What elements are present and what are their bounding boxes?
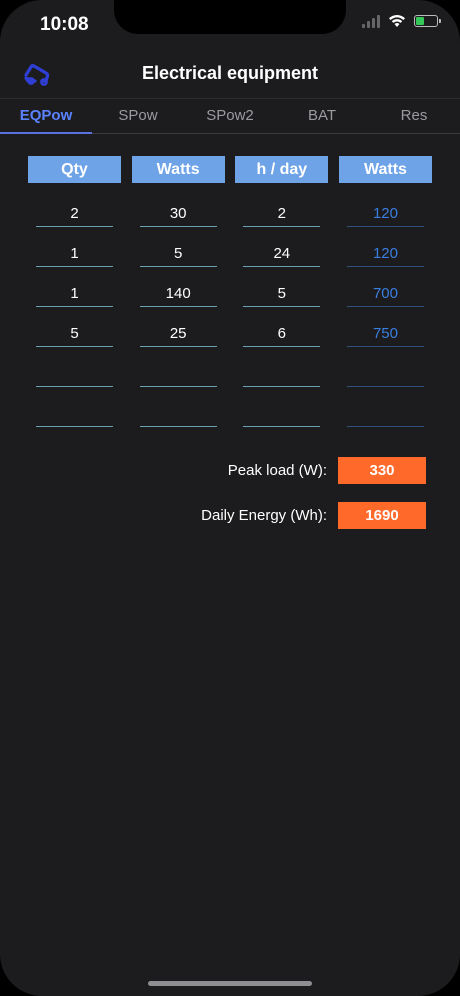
total-watts-value: [346, 400, 424, 427]
hours-field[interactable]: [243, 360, 321, 387]
table-row: [28, 360, 432, 387]
hours-field[interactable]: [243, 400, 321, 427]
tab-bat[interactable]: BAT: [276, 99, 368, 133]
daily-energy-label: Daily Energy (Wh):: [201, 507, 327, 524]
table-row: [28, 400, 432, 427]
qty-field[interactable]: 1: [36, 280, 113, 307]
tab-spow[interactable]: SPow: [92, 99, 184, 133]
table-row: 1 5 24 120: [28, 240, 432, 267]
status-bar: 10:08: [0, 0, 460, 50]
hours-field[interactable]: 24: [243, 240, 321, 267]
daily-energy-row: Daily Energy (Wh): 1690: [0, 502, 460, 529]
table-header: Qty Watts h / day Watts: [28, 156, 432, 183]
qty-field[interactable]: 2: [36, 200, 113, 227]
total-watts-value: [346, 360, 424, 387]
header-hours-per-day: h / day: [235, 156, 329, 183]
device-notch: [114, 0, 346, 34]
watts-field[interactable]: 30: [139, 200, 217, 227]
table-row: 5 25 6 750: [28, 320, 432, 347]
home-indicator[interactable]: [148, 981, 312, 986]
app-screen: 10:08 Electrical equipment EQPow SPow SP…: [0, 0, 460, 996]
total-watts-value: 750: [346, 320, 424, 347]
tab-eqpow[interactable]: EQPow: [0, 99, 92, 134]
total-watts-value: 120: [346, 240, 424, 267]
qty-field[interactable]: 1: [36, 240, 113, 267]
watts-field[interactable]: 140: [139, 280, 217, 307]
peak-load-value: 330: [338, 457, 426, 484]
tab-bar: EQPow SPow SPow2 BAT Res: [0, 98, 460, 134]
watts-field[interactable]: 5: [139, 240, 217, 267]
navigation-bar: Electrical equipment: [0, 50, 460, 98]
table-row: 2 30 2 120: [28, 200, 432, 227]
qty-field[interactable]: 5: [36, 320, 113, 347]
tab-spow2[interactable]: SPow2: [184, 99, 276, 133]
status-time: 10:08: [40, 14, 89, 35]
equipment-table: Qty Watts h / day Watts 2 30 2 120 1 5 2…: [28, 156, 432, 427]
hours-field[interactable]: 2: [243, 200, 321, 227]
total-watts-value: 120: [346, 200, 424, 227]
tab-res[interactable]: Res: [368, 99, 460, 133]
battery-icon: [414, 15, 441, 27]
watts-field[interactable]: 25: [139, 320, 217, 347]
watts-field[interactable]: [139, 360, 217, 387]
peak-load-label: Peak load (W):: [227, 462, 327, 479]
table-row: 1 140 5 700: [28, 280, 432, 307]
total-watts-value: 700: [346, 280, 424, 307]
header-qty: Qty: [28, 156, 121, 183]
peak-load-row: Peak load (W): 330: [0, 457, 460, 484]
hours-field[interactable]: 5: [243, 280, 321, 307]
status-icons: [362, 14, 441, 28]
hours-field[interactable]: 6: [243, 320, 321, 347]
qty-field[interactable]: [36, 400, 113, 427]
cellular-signal-icon: [362, 14, 380, 28]
page-title: Electrical equipment: [141, 63, 319, 83]
header-watts: Watts: [131, 156, 225, 183]
wifi-icon: [389, 15, 405, 27]
qty-field[interactable]: [36, 360, 113, 387]
watts-field[interactable]: [139, 400, 217, 427]
table-rows: 2 30 2 120 1 5 24 120 1 140 5 700 5 25 6: [28, 200, 432, 427]
battery-level: [416, 17, 424, 25]
daily-energy-value: 1690: [338, 502, 426, 529]
header-total-watts: Watts: [338, 156, 432, 183]
